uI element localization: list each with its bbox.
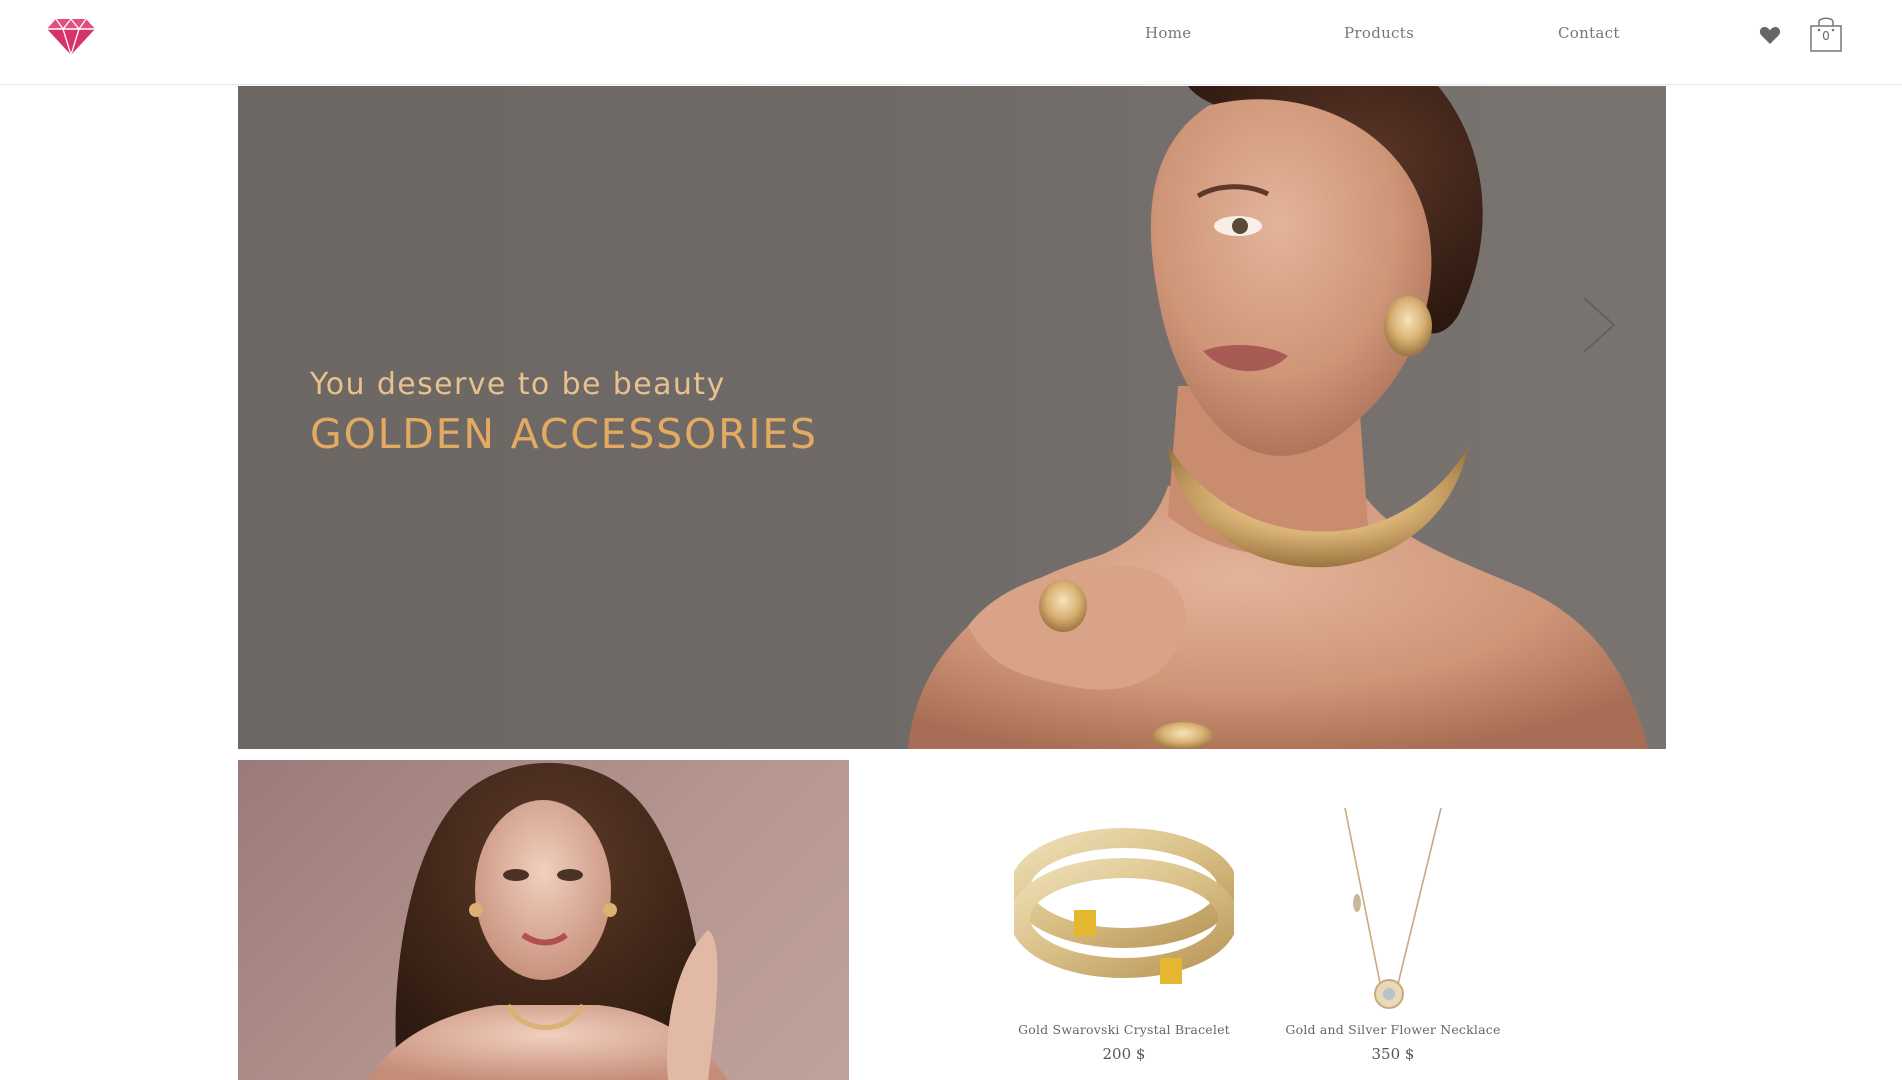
- promo-model-image: [238, 760, 849, 1080]
- nav-contact[interactable]: Contact: [1558, 24, 1620, 42]
- product-card[interactable]: Gold Swarovski Crystal Bracelet 200 $: [1014, 808, 1234, 1063]
- product-name[interactable]: Gold and Silver Flower Necklace: [1283, 1022, 1503, 1037]
- product-name[interactable]: Gold Swarovski Crystal Bracelet: [1014, 1022, 1234, 1037]
- nav-home[interactable]: Home: [1145, 24, 1191, 42]
- hero-banner: You deserve to be beauty GOLDEN ACCESSOR…: [238, 86, 1666, 749]
- model-portrait-illustration: [368, 762, 728, 1080]
- cart-count: 0: [1822, 29, 1830, 43]
- heart-icon[interactable]: [1759, 25, 1781, 45]
- diamond-icon: [47, 17, 95, 58]
- site-header: Home Products Contact 0: [0, 0, 1902, 85]
- logo[interactable]: [46, 17, 96, 58]
- hero-subtitle: You deserve to be beauty: [310, 367, 726, 402]
- product-card[interactable]: Gold and Silver Flower Necklace 350 $: [1283, 808, 1503, 1063]
- hero-model-image: [908, 86, 1648, 749]
- product-price: 200 $: [1102, 1045, 1146, 1063]
- hero-title: GOLDEN ACCESSORIES: [310, 410, 818, 458]
- necklace-image: [1344, 808, 1442, 1009]
- nav-products[interactable]: Products: [1344, 24, 1414, 42]
- chevron-right-icon[interactable]: [1578, 294, 1620, 356]
- bracelet-image: [1014, 828, 1234, 984]
- product-price: 350 $: [1371, 1045, 1415, 1063]
